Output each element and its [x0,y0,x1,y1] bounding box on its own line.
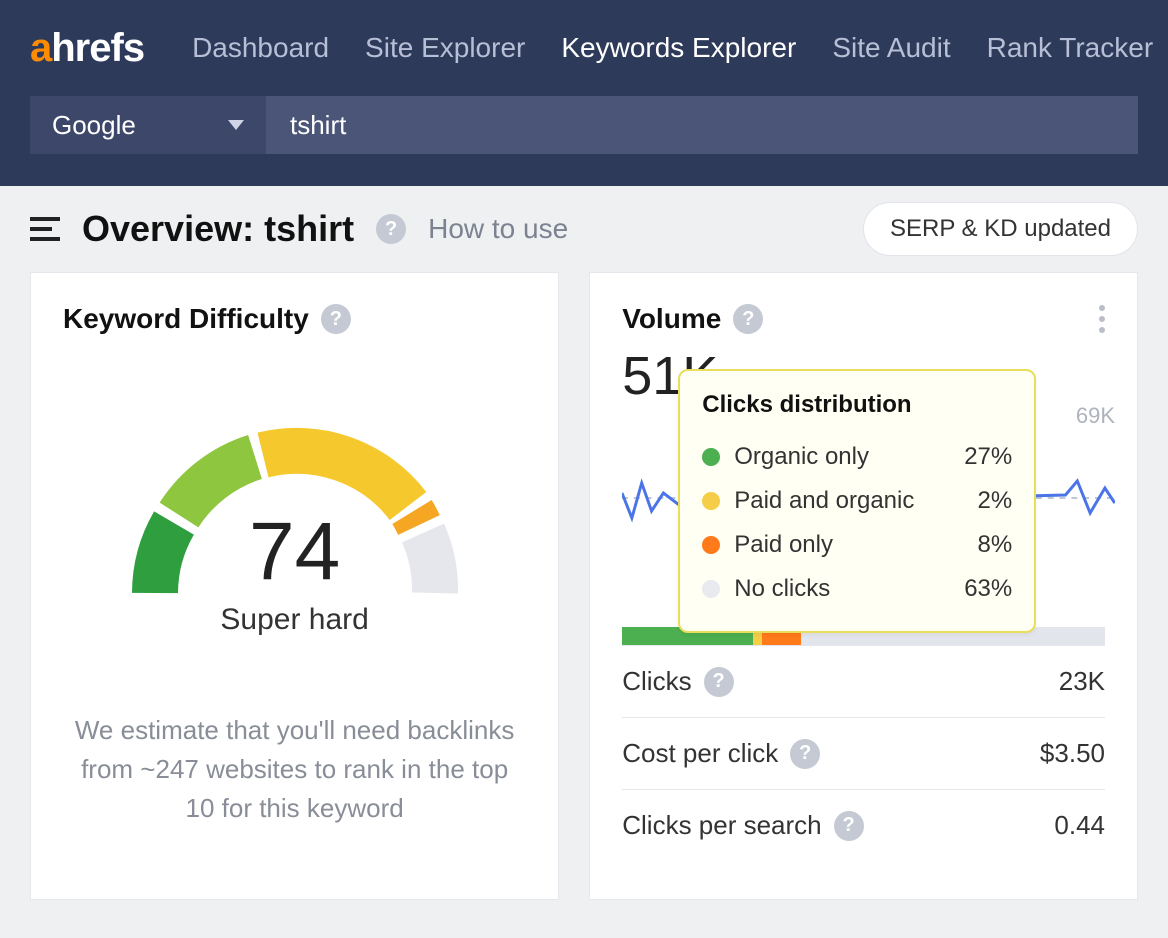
dist-pct: 27% [964,443,1012,471]
top-nav: ahrefs Dashboard Site Explorer Keywords … [0,0,1168,186]
dist-label: Organic only [734,443,869,471]
metric-label: Clicks [622,666,691,697]
dist-row-organic: Organic only 27% [702,435,1012,479]
how-to-use-link[interactable]: How to use [428,213,568,245]
help-icon[interactable]: ? [704,667,734,697]
help-icon[interactable]: ? [321,304,351,334]
metric-label: Clicks per search [622,810,821,841]
nav-links: Dashboard Site Explorer Keywords Explore… [192,32,1153,64]
dot-icon [702,492,720,510]
serp-updated-button[interactable]: SERP & KD updated [863,202,1138,256]
metric-cps: Clicks per search? 0.44 [622,789,1105,861]
metric-value: 0.44 [1054,810,1105,841]
gauge-chart: 74 Super hard [115,393,475,623]
metric-cpc: Cost per click? $3.50 [622,717,1105,789]
clicks-distribution-tooltip: Clicks distribution Organic only 27% Pai… [678,369,1036,633]
metric-value: 23K [1059,666,1105,697]
kd-card-header: Keyword Difficulty ? [63,303,526,335]
dist-pct: 8% [978,531,1013,559]
volume-card: Volume ? 51K 69K Clicks distribution Org… [589,272,1138,900]
dot-icon [702,448,720,466]
help-icon[interactable]: ? [790,739,820,769]
kd-value: 74 [115,511,475,593]
metric-label: Cost per click [622,738,778,769]
caret-down-icon [228,120,244,130]
dist-label: Paid and organic [734,487,914,515]
keyword-difficulty-card: Keyword Difficulty ? 74 Super hard We e [30,272,559,900]
dist-pct: 63% [964,575,1012,603]
nav-site-explorer[interactable]: Site Explorer [365,32,525,64]
metric-value: $3.50 [1040,738,1105,769]
engine-select-label: Google [52,110,136,141]
cards-row: Keyword Difficulty ? 74 Super hard We e [0,272,1168,900]
nav-keywords-explorer[interactable]: Keywords Explorer [561,32,796,64]
more-menu-icon[interactable] [1099,305,1105,333]
kd-heading: Keyword Difficulty [63,303,309,335]
vol-card-header: Volume ? [622,303,1105,335]
dist-row-noclicks: No clicks 63% [702,567,1012,611]
help-icon[interactable]: ? [733,304,763,334]
dist-row-paid: Paid only 8% [702,523,1012,567]
nav-dashboard[interactable]: Dashboard [192,32,329,64]
volume-heading: Volume [622,303,721,335]
dist-pct: 2% [978,487,1013,515]
nav-row: ahrefs Dashboard Site Explorer Keywords … [0,0,1168,96]
nav-rank-tracker[interactable]: Rank Tracker [987,32,1154,64]
gauge-center: 74 Super hard [115,511,475,637]
help-icon[interactable]: ? [376,214,406,244]
volume-axis-max: 69K [1076,403,1115,429]
nav-site-audit[interactable]: Site Audit [832,32,950,64]
search-row: Google [0,96,1168,154]
dist-label: Paid only [734,531,833,559]
keyword-input[interactable] [266,96,1138,154]
kd-gauge: 74 Super hard [63,393,526,623]
page-title: Overview: tshirt [82,208,354,250]
menu-icon[interactable] [30,217,60,241]
metric-clicks: Clicks? 23K [622,645,1105,717]
engine-select[interactable]: Google [30,96,266,154]
dist-row-paid-organic: Paid and organic 2% [702,479,1012,523]
kd-note: We estimate that you'll need backlinks f… [63,711,526,828]
kd-label: Super hard [115,603,475,637]
help-icon[interactable]: ? [834,811,864,841]
ahrefs-logo[interactable]: ahrefs [30,26,144,71]
dist-label: No clicks [734,575,830,603]
dot-icon [702,580,720,598]
dot-icon [702,536,720,554]
subheader: Overview: tshirt ? How to use SERP & KD … [0,186,1168,272]
tooltip-title: Clicks distribution [702,391,1012,419]
